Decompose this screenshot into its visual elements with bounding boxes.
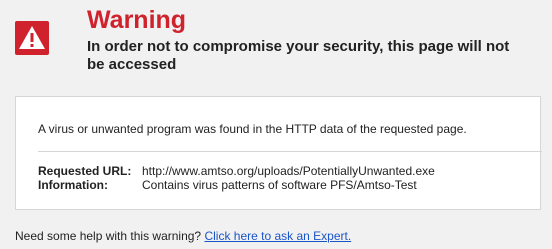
help-text: Need some help with this warning? (15, 229, 202, 243)
detail-value-information: Contains virus patterns of software PFS/… (142, 178, 417, 192)
detail-row-information: Information: Contains virus patterns of s… (38, 178, 417, 192)
page-subtitle: In order not to compromise your security… (87, 38, 510, 73)
warning-header: Warning In order not to compromise your … (0, 0, 552, 90)
divider (38, 151, 542, 152)
detail-row-url: Requested URL: http://www.amtso.org/uploa… (38, 164, 435, 178)
page-title: Warning (87, 6, 187, 34)
ask-expert-link[interactable]: Click here to ask an Expert. (204, 229, 351, 243)
detail-label-url: Requested URL: (38, 164, 132, 178)
warning-triangle-icon (15, 21, 49, 55)
virus-message: A virus or unwanted program was found in… (38, 122, 467, 136)
details-panel: A virus or unwanted program was found in… (15, 96, 542, 210)
detail-value-url: http://www.amtso.org/uploads/Potentially… (142, 164, 435, 178)
detail-label-information: Information: (38, 178, 108, 192)
help-footer: Need some help with this warning? Click … (15, 229, 351, 243)
